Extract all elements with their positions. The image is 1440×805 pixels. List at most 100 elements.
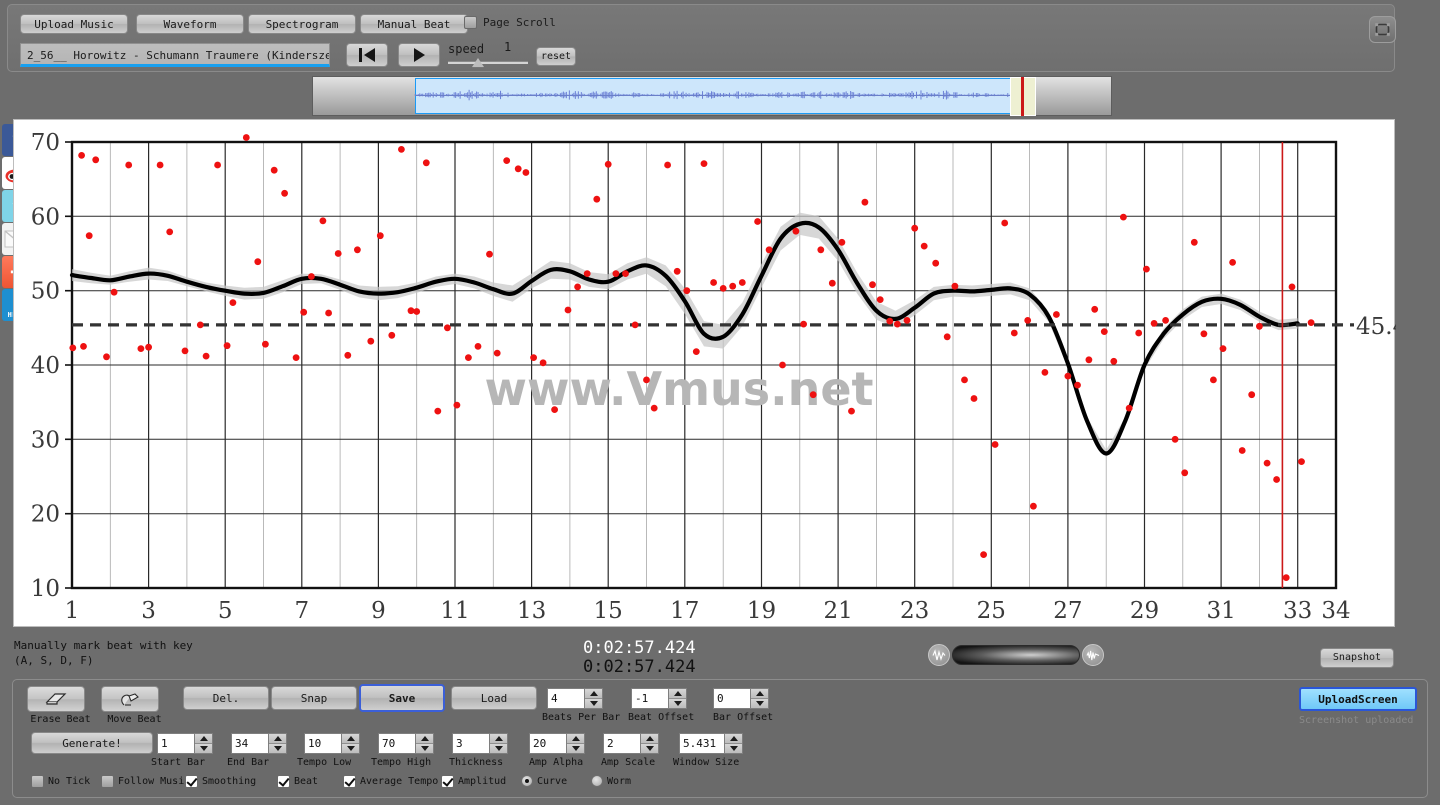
waveform-button[interactable]: Waveform: [136, 14, 244, 34]
snap-button[interactable]: Snap: [271, 686, 357, 710]
tempo-high-spinner[interactable]: 70: [378, 733, 434, 754]
average-tempo-checkbox-group[interactable]: Average Tempo: [343, 775, 438, 788]
end-bar-decrement[interactable]: [269, 744, 286, 753]
thickness-stepper[interactable]: [490, 733, 508, 754]
delete-button[interactable]: Del.: [183, 686, 269, 710]
tempo-low-stepper[interactable]: [342, 733, 360, 754]
erase-beat-button[interactable]: [27, 686, 85, 712]
beat-offset-value[interactable]: -1: [631, 688, 669, 709]
end-bar-stepper[interactable]: [269, 733, 287, 754]
smoothing-checkbox-group[interactable]: Smoothing: [185, 775, 256, 788]
end-bar-value[interactable]: 34: [231, 733, 269, 754]
beats-per-bar-spinner[interactable]: 4: [547, 688, 603, 709]
track-name-field[interactable]: 2_56__ Horowitz - Schumann Traumere (Kin…: [20, 43, 330, 67]
thickness-increment[interactable]: [490, 734, 507, 744]
move-beat-group[interactable]: Move Beat: [101, 686, 177, 725]
tempo-high-stepper[interactable]: [416, 733, 434, 754]
follow-music-checkbox-group[interactable]: Follow Musi: [101, 775, 184, 788]
load-button[interactable]: Load: [451, 686, 537, 710]
follow-music-checkbox[interactable]: [101, 775, 114, 788]
volume-control-group[interactable]: [928, 644, 1104, 666]
window-size-stepper[interactable]: [725, 733, 743, 754]
amplitude-checkbox[interactable]: [441, 775, 454, 788]
tempo-low-increment[interactable]: [342, 734, 359, 744]
generate-button[interactable]: Generate!: [31, 732, 153, 754]
beats-per-bar-increment[interactable]: [585, 689, 602, 699]
worm-radio[interactable]: [591, 775, 603, 787]
volume-low-icon[interactable]: [928, 644, 950, 666]
save-button[interactable]: Save: [359, 684, 445, 712]
start-bar-decrement[interactable]: [195, 744, 212, 753]
reset-speed-button[interactable]: reset: [536, 47, 576, 66]
amp-scale-value[interactable]: 2: [603, 733, 641, 754]
spectrogram-button[interactable]: Spectrogram: [248, 14, 356, 34]
bar-offset-decrement[interactable]: [751, 699, 768, 708]
window-size-increment[interactable]: [725, 734, 742, 744]
beats-per-bar-decrement[interactable]: [585, 699, 602, 708]
beat-checkbox[interactable]: [277, 775, 290, 788]
window-size-spinner[interactable]: 5.431: [679, 733, 743, 754]
amp-scale-decrement[interactable]: [641, 744, 658, 753]
beats-per-bar-stepper[interactable]: [585, 688, 603, 709]
amp-scale-stepper[interactable]: [641, 733, 659, 754]
beat-offset-increment[interactable]: [669, 689, 686, 699]
curve-radio[interactable]: [521, 775, 533, 787]
start-bar-increment[interactable]: [195, 734, 212, 744]
beat-offset-stepper[interactable]: [669, 688, 687, 709]
end-bar-spinner[interactable]: 34: [231, 733, 287, 754]
page-scroll-checkbox-group[interactable]: Page Scroll: [464, 16, 556, 29]
thickness-decrement[interactable]: [490, 744, 507, 753]
move-beat-button[interactable]: [101, 686, 159, 712]
start-bar-spinner[interactable]: 1: [157, 733, 213, 754]
beats-per-bar-value[interactable]: 4: [547, 688, 585, 709]
smoothing-checkbox[interactable]: [185, 775, 198, 788]
amp-alpha-stepper[interactable]: [567, 733, 585, 754]
speed-slider-thumb[interactable]: [472, 58, 484, 67]
amp-alpha-decrement[interactable]: [567, 744, 584, 753]
upload-music-button[interactable]: Upload Music: [20, 14, 128, 34]
bar-offset-increment[interactable]: [751, 689, 768, 699]
beat-offset-spinner[interactable]: -1: [631, 688, 687, 709]
volume-high-icon[interactable]: [1082, 644, 1104, 666]
tempo-high-increment[interactable]: [416, 734, 433, 744]
curve-radio-group[interactable]: Curve: [521, 775, 567, 787]
amp-alpha-value[interactable]: 20: [529, 733, 567, 754]
start-bar-value[interactable]: 1: [157, 733, 195, 754]
play-button[interactable]: [398, 43, 440, 67]
bar-offset-stepper[interactable]: [751, 688, 769, 709]
thickness-spinner[interactable]: 3: [452, 733, 508, 754]
loop-icon[interactable]: [1369, 16, 1396, 43]
tempo-high-decrement[interactable]: [416, 744, 433, 753]
start-bar-stepper[interactable]: [195, 733, 213, 754]
tempo-chart-panel[interactable]: 10 20 30 40 50 60 70 1 3 5 7 9 11 13 15 17 19 21 23 25 27 29 3…: [13, 119, 1396, 627]
snapshot-button[interactable]: Snapshot: [1320, 648, 1394, 668]
amp-scale-increment[interactable]: [641, 734, 658, 744]
thickness-value[interactable]: 3: [452, 733, 490, 754]
upload-screen-button[interactable]: UploadScreen: [1299, 687, 1417, 711]
page-scroll-checkbox[interactable]: [464, 16, 477, 29]
tempo-low-spinner[interactable]: 10: [304, 733, 360, 754]
bar-offset-value[interactable]: 0: [713, 688, 751, 709]
speed-slider[interactable]: [448, 61, 528, 64]
waveform-scrub-strip[interactable]: [312, 76, 1112, 116]
rewind-button[interactable]: [346, 43, 388, 67]
average-tempo-checkbox[interactable]: [343, 775, 356, 788]
window-size-decrement[interactable]: [725, 744, 742, 753]
no-tick-checkbox-group[interactable]: No Tick: [31, 775, 90, 788]
manual-beat-button[interactable]: Manual Beat: [360, 14, 468, 34]
tempo-low-value[interactable]: 10: [304, 733, 342, 754]
beat-checkbox-group[interactable]: Beat: [277, 775, 318, 788]
beat-offset-decrement[interactable]: [669, 699, 686, 708]
amplitude-checkbox-group[interactable]: Amplitud: [441, 775, 506, 788]
scrub-playhead[interactable]: [1021, 77, 1024, 116]
no-tick-checkbox[interactable]: [31, 775, 44, 788]
worm-radio-group[interactable]: Worm: [591, 775, 631, 787]
tempo-high-value[interactable]: 70: [378, 733, 416, 754]
amp-scale-spinner[interactable]: 2: [603, 733, 659, 754]
bar-offset-spinner[interactable]: 0: [713, 688, 769, 709]
tempo-low-decrement[interactable]: [342, 744, 359, 753]
end-bar-increment[interactable]: [269, 734, 286, 744]
window-size-value[interactable]: 5.431: [679, 733, 725, 754]
volume-slider[interactable]: [952, 645, 1080, 665]
amp-alpha-increment[interactable]: [567, 734, 584, 744]
